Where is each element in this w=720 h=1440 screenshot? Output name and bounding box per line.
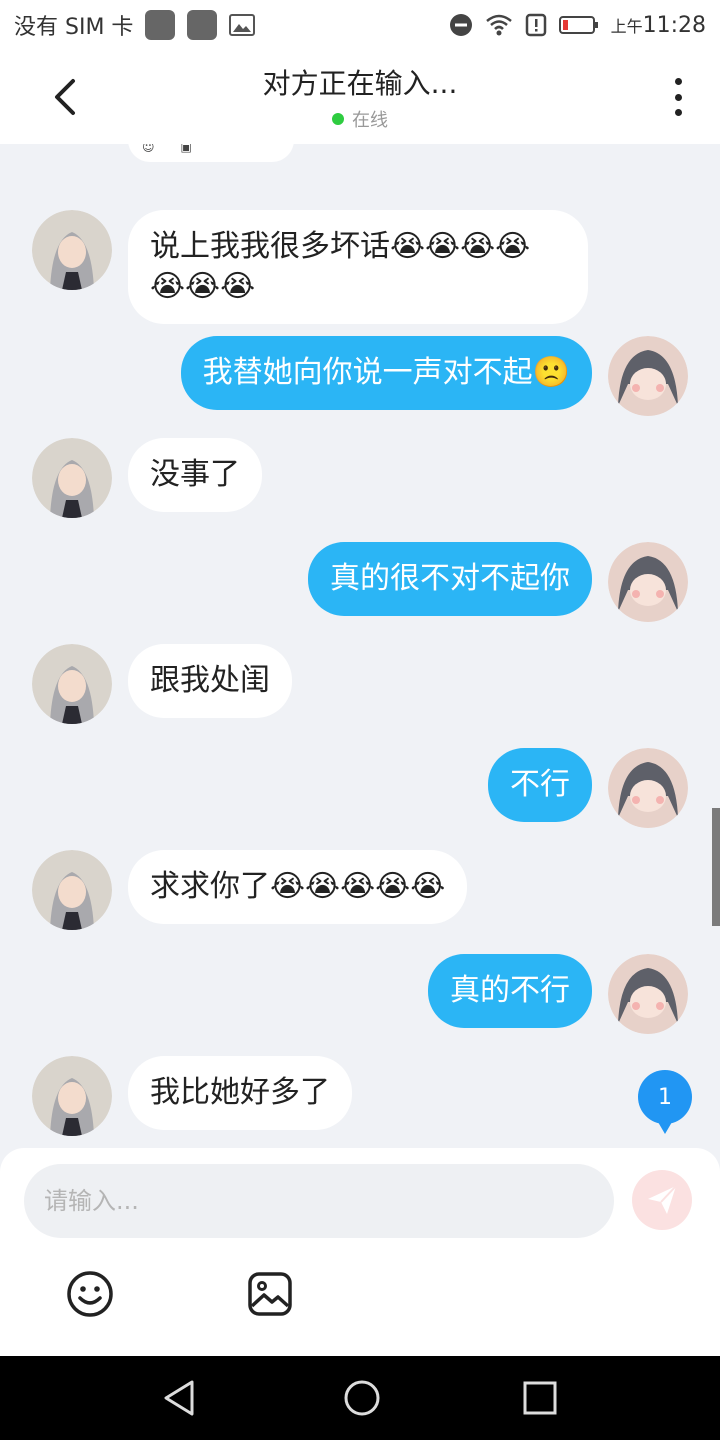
more-button[interactable] [670, 78, 686, 116]
emoji-icon[interactable] [66, 1270, 114, 1318]
carrier-text: 没有 SIM 卡 [14, 15, 134, 40]
online-dot [331, 113, 344, 125]
chat-area[interactable]: ☺ ▣ 说上我我很多坏话😭😭😭😭 😭😭😭 我替她向你说一声对不起🙁 没事了 真的… [0, 144, 720, 1148]
avatar-self[interactable] [608, 542, 688, 622]
notification-icon [145, 10, 176, 40]
avatar-other[interactable] [32, 210, 112, 290]
message-text: 真的很不对不起你 [330, 561, 570, 596]
status-bar: 没有 SIM 卡 上午11:28 [0, 0, 720, 50]
avatar-other[interactable] [32, 438, 112, 518]
more-dot [674, 78, 682, 85]
alert-icon [525, 13, 546, 37]
message-text: 求求你了😭😭😭😭😭 [150, 869, 446, 904]
send-button[interactable] [632, 1170, 692, 1230]
unread-badge[interactable]: 1 [638, 1070, 692, 1134]
message-bubble-sent[interactable]: 真的不行 [428, 954, 592, 1028]
message-input[interactable] [24, 1164, 614, 1238]
message-bubble-received[interactable]: 求求你了😭😭😭😭😭 [128, 850, 468, 924]
notification-icon-2 [187, 10, 218, 40]
avatar-other[interactable] [32, 850, 112, 930]
input-panel [0, 1148, 720, 1356]
wifi-icon [485, 14, 512, 36]
gallery-notification-icon [229, 14, 256, 36]
back-button[interactable] [44, 72, 84, 122]
message-text: 跟我处闺 [150, 663, 270, 698]
message-text: 说上我我很多坏话😭😭😭😭 [150, 229, 531, 264]
message-bubble-sent[interactable]: 真的很不对不起你 [308, 542, 592, 616]
clock: 11:28 [642, 12, 706, 38]
image-icon[interactable] [246, 1270, 294, 1318]
status-right: 上午11:28 [449, 13, 706, 38]
nav-back-icon[interactable] [160, 1378, 200, 1418]
message-text: 真的不行 [450, 973, 570, 1008]
online-label: 在线 [351, 110, 388, 131]
title-wrap: 对方正在输入... 在线 [263, 62, 458, 132]
battery-icon [558, 16, 598, 34]
avatar-self[interactable] [608, 954, 688, 1034]
send-icon [648, 1185, 677, 1214]
message-text: 没事了 [150, 457, 240, 492]
message-text: 我比她好多了 [150, 1075, 330, 1110]
chat-header: 对方正在输入... 在线 [0, 50, 720, 144]
dnd-icon [449, 14, 472, 36]
system-nav-bar [0, 1356, 720, 1440]
partial-message-bubble: ☺ ▣ [128, 144, 294, 162]
status-left: 没有 SIM 卡 [14, 9, 256, 41]
message-text: 😭😭😭 [150, 269, 256, 304]
avatar-other[interactable] [32, 1056, 112, 1136]
avatar-other[interactable] [32, 644, 112, 724]
message-bubble-sent[interactable]: 我替她向你说一声对不起🙁 [180, 336, 592, 410]
message-bubble-received[interactable]: 没事了 [128, 438, 262, 512]
nav-home-icon[interactable] [342, 1378, 382, 1418]
avatar-self[interactable] [608, 748, 688, 828]
nav-recent-icon[interactable] [522, 1380, 558, 1416]
avatar-self[interactable] [608, 336, 688, 416]
more-dot [674, 109, 682, 116]
chevron-left-icon [55, 79, 75, 115]
online-status: 在线 [263, 106, 458, 132]
page-title: 对方正在输入... [262, 67, 458, 100]
scrollbar[interactable] [712, 808, 720, 926]
message-bubble-received[interactable]: 说上我我很多坏话😭😭😭😭 😭😭😭 [128, 210, 588, 324]
message-bubble-received[interactable]: 跟我处闺 [128, 644, 292, 718]
message-bubble-received[interactable]: 我比她好多了 [128, 1056, 352, 1130]
message-text: 不行 [510, 767, 570, 802]
more-dot [674, 93, 682, 101]
small-emoji-icon: ☺ [142, 144, 155, 154]
message-text: 我替她向你说一声对不起🙁 [202, 355, 570, 390]
time-prefix: 上午 [610, 16, 643, 36]
small-image-icon: ▣ [180, 144, 192, 154]
message-bubble-sent[interactable]: 不行 [488, 748, 592, 822]
